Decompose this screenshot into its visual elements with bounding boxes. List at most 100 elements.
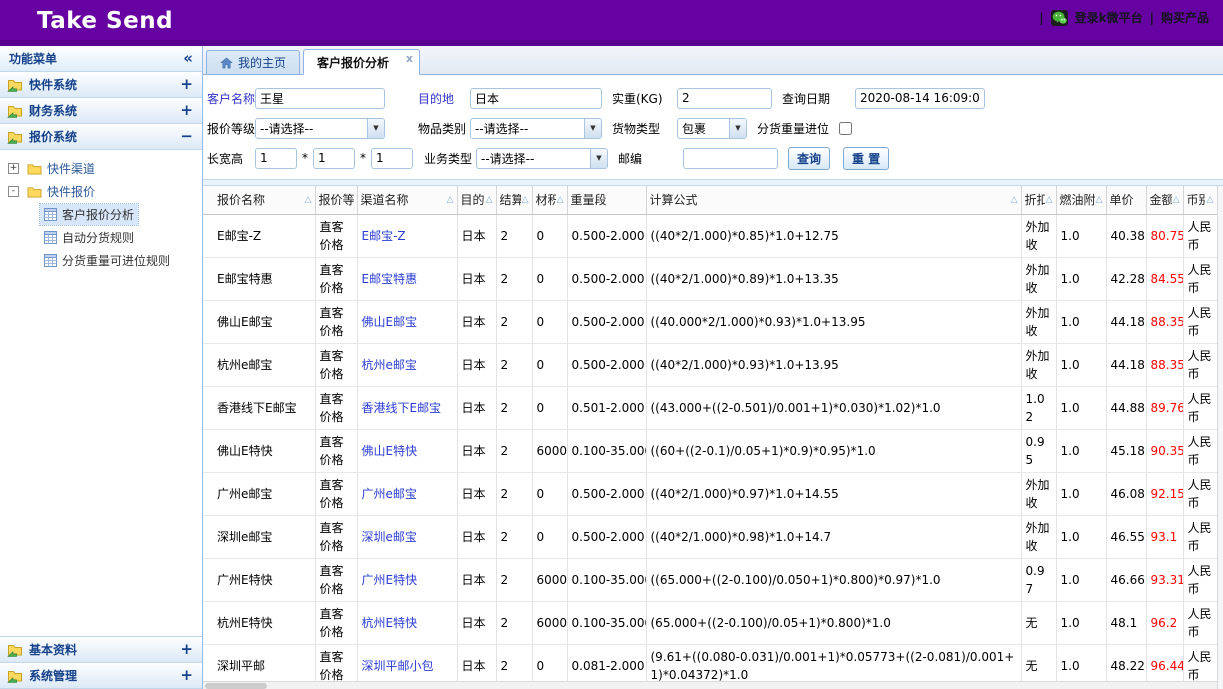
- cell-formula: ((40*2/1.000)*0.97)*1.0+14.55: [646, 472, 1021, 515]
- expand-plus-icon[interactable]: +: [180, 642, 193, 657]
- dimension-separator: *: [360, 151, 366, 165]
- tab-home[interactable]: 我的主页: [206, 50, 300, 74]
- cell-grade: 直客价格: [315, 515, 357, 558]
- table-row[interactable]: E邮宝特惠直客价格E邮宝特惠日本200.500-2.000((40*2/1.00…: [203, 257, 1217, 300]
- destination-input[interactable]: [470, 88, 602, 109]
- sidebar-item-express-system[interactable]: 快件系统 +: [0, 72, 202, 98]
- tree-leaf-split-weight-carry-rules[interactable]: 分货重量可进位规则: [6, 249, 200, 272]
- expand-plus-icon[interactable]: +: [180, 103, 193, 118]
- cell-settle: 2: [496, 515, 532, 558]
- cell-channel[interactable]: 广州e邮宝: [357, 472, 457, 515]
- column-label: 燃油附加: [1060, 191, 1095, 208]
- expand-plus-icon[interactable]: +: [180, 77, 193, 92]
- column-header-amount[interactable]: 金额△: [1146, 186, 1183, 214]
- column-label: 结算重: [500, 191, 521, 208]
- tree-leaf-customer-quote-analysis[interactable]: 客户报价分析: [6, 203, 200, 226]
- tab-customer-quote-analysis[interactable]: 客户报价分析 x: [303, 49, 420, 75]
- horizontal-scrollbar[interactable]: [203, 681, 1217, 689]
- cell-amount: 93.31: [1146, 558, 1183, 601]
- close-icon[interactable]: x: [406, 52, 413, 65]
- cargo-type-select[interactable]: 包裹 ▼: [677, 118, 747, 139]
- table-row[interactable]: 杭州e邮宝直客价格杭州e邮宝日本200.500-2.000((40*2/1.00…: [203, 343, 1217, 386]
- sort-asc-icon[interactable]: △: [1046, 195, 1053, 205]
- vertical-scrollbar[interactable]: [1217, 186, 1223, 689]
- quote-level-select[interactable]: --请选择-- ▼: [255, 118, 385, 139]
- tree-node-express-quote[interactable]: - 快件报价: [6, 180, 200, 203]
- column-header-volume[interactable]: 材积重△: [532, 186, 567, 214]
- table-row[interactable]: 广州E特快直客价格广州E特快日本260000.100-35.000((65.00…: [203, 558, 1217, 601]
- cell-channel[interactable]: 佛山E邮宝: [357, 300, 457, 343]
- query-date-input[interactable]: [855, 88, 985, 109]
- cell-fuel: 1.0: [1056, 343, 1106, 386]
- column-header-unit[interactable]: 单价: [1106, 186, 1146, 214]
- sort-asc-icon[interactable]: △: [447, 195, 454, 205]
- tree-leaf-label: 客户报价分析: [62, 206, 134, 223]
- column-header-fuel[interactable]: 燃油附加△: [1056, 186, 1106, 214]
- cell-channel[interactable]: 佛山E特快: [357, 429, 457, 472]
- scrollbar-thumb[interactable]: [205, 683, 267, 689]
- cell-channel[interactable]: 香港线下E邮宝: [357, 386, 457, 429]
- cell-dest: 日本: [457, 601, 496, 644]
- login-kwei-link[interactable]: 登录k微平台: [1075, 9, 1143, 26]
- table-row[interactable]: 深圳e邮宝直客价格深圳e邮宝日本200.500-2.000((40*2/1.00…: [203, 515, 1217, 558]
- cell-channel[interactable]: 广州E特快: [357, 558, 457, 601]
- column-header-range[interactable]: 重量段: [567, 186, 646, 214]
- cell-fuel: 1.0: [1056, 257, 1106, 300]
- expand-plus-icon[interactable]: +: [180, 668, 193, 683]
- sidebar-item-system-management[interactable]: 系统管理 +: [0, 663, 202, 689]
- collapse-minus-icon[interactable]: −: [180, 129, 193, 144]
- customer-name-input[interactable]: [255, 88, 385, 109]
- table-row[interactable]: 广州e邮宝直客价格广州e邮宝日本200.500-2.000((40*2/1.00…: [203, 472, 1217, 515]
- app-logo: Take Send: [37, 8, 173, 34]
- column-header-currency[interactable]: 币别△: [1183, 186, 1217, 214]
- height-input[interactable]: [371, 148, 413, 169]
- destination-label: 目的地: [418, 90, 470, 107]
- width-input[interactable]: [313, 148, 355, 169]
- column-header-settle[interactable]: 结算重△: [496, 186, 532, 214]
- tree-leaf-auto-split-rules[interactable]: 自动分货规则: [6, 226, 200, 249]
- cell-channel[interactable]: 杭州E特快: [357, 601, 457, 644]
- split-weight-carry-checkbox[interactable]: [839, 122, 852, 135]
- column-header-channel[interactable]: 渠道名称△: [357, 186, 457, 214]
- cell-channel[interactable]: E邮宝特惠: [357, 257, 457, 300]
- tree-node-express-channel[interactable]: + 快件渠道: [6, 157, 200, 180]
- table-row[interactable]: 佛山E特快直客价格佛山E特快日本260000.100-35.000((60+((…: [203, 429, 1217, 472]
- dimension-separator: *: [302, 151, 308, 165]
- business-type-select[interactable]: --请选择-- ▼: [476, 148, 608, 169]
- sort-asc-icon[interactable]: △: [305, 195, 312, 205]
- sort-asc-icon[interactable]: △: [1011, 195, 1018, 205]
- buy-product-link[interactable]: 购买产品: [1161, 9, 1209, 26]
- table-row[interactable]: 佛山E邮宝直客价格佛山E邮宝日本200.500-2.000((40.000*2/…: [203, 300, 1217, 343]
- table-row[interactable]: 杭州E特快直客价格杭州E特快日本260000.100-35.000(65.000…: [203, 601, 1217, 644]
- column-label: 报价等级: [319, 191, 354, 208]
- sidebar-item-quote-system[interactable]: 报价系统 −: [0, 124, 202, 150]
- sort-asc-icon[interactable]: △: [522, 195, 529, 205]
- table-row[interactable]: 香港线下E邮宝直客价格香港线下E邮宝日本200.501-2.000((43.00…: [203, 386, 1217, 429]
- collapse-sidebar-icon[interactable]: «: [183, 51, 193, 66]
- sort-asc-icon[interactable]: △: [1173, 195, 1180, 205]
- sidebar-item-basic-data[interactable]: 基本资料 +: [0, 637, 202, 663]
- sort-asc-icon[interactable]: △: [486, 195, 493, 205]
- column-header-grade[interactable]: 报价等级: [315, 186, 357, 214]
- cell-channel[interactable]: E邮宝-Z: [357, 214, 457, 257]
- item-category-select[interactable]: --请选择-- ▼: [470, 118, 602, 139]
- table-row[interactable]: E邮宝-Z直客价格E邮宝-Z日本200.500-2.000((40*2/1.00…: [203, 214, 1217, 257]
- length-input[interactable]: [255, 148, 297, 169]
- sort-asc-icon[interactable]: △: [1096, 195, 1103, 205]
- column-header-name[interactable]: 报价名称△: [203, 186, 315, 214]
- sort-asc-icon[interactable]: △: [1207, 195, 1214, 205]
- column-header-dest[interactable]: 目的地△: [457, 186, 496, 214]
- postcode-input[interactable]: [683, 148, 778, 169]
- cell-channel[interactable]: 杭州e邮宝: [357, 343, 457, 386]
- tree-expander-icon[interactable]: +: [8, 163, 19, 174]
- cell-unit: 46.66: [1106, 558, 1146, 601]
- tree-expander-icon[interactable]: -: [8, 186, 19, 197]
- sort-asc-icon[interactable]: △: [557, 195, 564, 205]
- search-button[interactable]: 查询: [788, 147, 830, 170]
- column-header-discount[interactable]: 折扣△: [1021, 186, 1056, 214]
- column-header-formula[interactable]: 计算公式△: [646, 186, 1021, 214]
- sidebar-item-finance-system[interactable]: 财务系统 +: [0, 98, 202, 124]
- reset-button[interactable]: 重 置: [843, 147, 889, 170]
- weight-input[interactable]: [677, 88, 772, 109]
- cell-channel[interactable]: 深圳e邮宝: [357, 515, 457, 558]
